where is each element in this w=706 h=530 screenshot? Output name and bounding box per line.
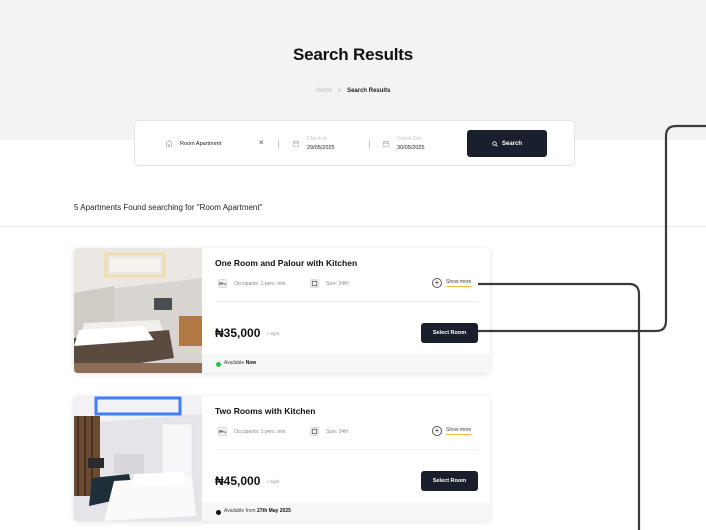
page-title: Search Results xyxy=(292,45,414,64)
checkin-field[interactable]: 29/05/2025 xyxy=(307,145,335,151)
field-divider xyxy=(369,140,370,149)
select-room-button[interactable]: Select Room xyxy=(421,471,478,491)
connector-line xyxy=(478,282,641,530)
availability-dot xyxy=(216,362,221,367)
breadcrumb-current: Search Results xyxy=(347,88,391,94)
show-more-label: Show more xyxy=(446,279,472,287)
area-icon xyxy=(310,427,319,436)
checkout-field[interactable]: 30/05/2025 xyxy=(397,145,425,151)
plus-circle-icon: + xyxy=(432,426,442,436)
page: Search Results Home > Search Results Room … xyxy=(0,0,706,530)
select-room-button[interactable]: Select Room xyxy=(421,323,478,343)
show-more-label: Show more xyxy=(446,427,472,435)
results-summary: 5 Apartments Found searching for "Room A… xyxy=(74,203,263,212)
show-more-link[interactable]: + Show more xyxy=(432,278,472,288)
size-text: Size: 24ft² xyxy=(326,429,349,435)
availability-text: Available Now xyxy=(224,360,257,366)
room-photo[interactable] xyxy=(74,248,202,373)
availability-bar: Available Now xyxy=(202,354,490,373)
plus-circle-icon: + xyxy=(432,278,442,288)
search-query-input[interactable]: Room Apartment xyxy=(180,141,221,147)
card-divider xyxy=(215,301,478,302)
search-bar: Room Apartment × Check-in 29/05/2025 Che… xyxy=(134,120,575,166)
price: ₦35,000 xyxy=(215,326,261,340)
breadcrumb-separator: > xyxy=(337,88,342,94)
calendar-icon xyxy=(292,140,300,148)
clear-search-button[interactable]: × xyxy=(259,139,264,147)
card-divider xyxy=(215,449,478,450)
occupants-text: Occupants: 1 pers. min. xyxy=(234,429,287,435)
card-title: Two Rooms with Kitchen xyxy=(215,406,316,416)
bed-icon xyxy=(218,427,227,436)
search-icon xyxy=(492,140,498,147)
building-icon xyxy=(166,140,172,148)
availability-text: Available from 27th May 2025 xyxy=(224,508,291,514)
search-button[interactable]: Search xyxy=(467,130,547,157)
occupants-text: Occupants: 1 pers. min. xyxy=(234,281,287,287)
hero-banner: Search Results Home > Search Results xyxy=(0,0,706,140)
per-night-label: / night xyxy=(267,479,280,484)
search-button-label: Search xyxy=(501,140,522,147)
apartment-card: Two Rooms with Kitchen Occupants: 1 pers… xyxy=(74,396,490,521)
checkout-label: Check-Out xyxy=(397,136,421,142)
section-divider xyxy=(0,226,706,227)
availability-dot xyxy=(216,510,221,515)
field-divider xyxy=(278,140,279,149)
apartment-card: One Room and Palour with Kitchen Occupan… xyxy=(74,248,490,373)
breadcrumb-home-link[interactable]: Home xyxy=(316,88,332,94)
per-night-label: / night xyxy=(267,331,280,336)
room-photo[interactable] xyxy=(74,396,202,521)
bed-icon xyxy=(218,279,227,288)
show-more-link[interactable]: + Show more xyxy=(432,426,472,436)
card-title: One Room and Palour with Kitchen xyxy=(215,258,358,268)
price: ₦45,000 xyxy=(215,474,261,488)
area-icon xyxy=(310,279,319,288)
checkin-label: Check-in xyxy=(307,136,327,142)
availability-bar: Available from 27th May 2025 xyxy=(202,502,490,521)
breadcrumb: Home > Search Results xyxy=(0,88,706,94)
calendar-icon xyxy=(382,140,390,148)
size-text: Size: 24ft² xyxy=(326,281,349,287)
